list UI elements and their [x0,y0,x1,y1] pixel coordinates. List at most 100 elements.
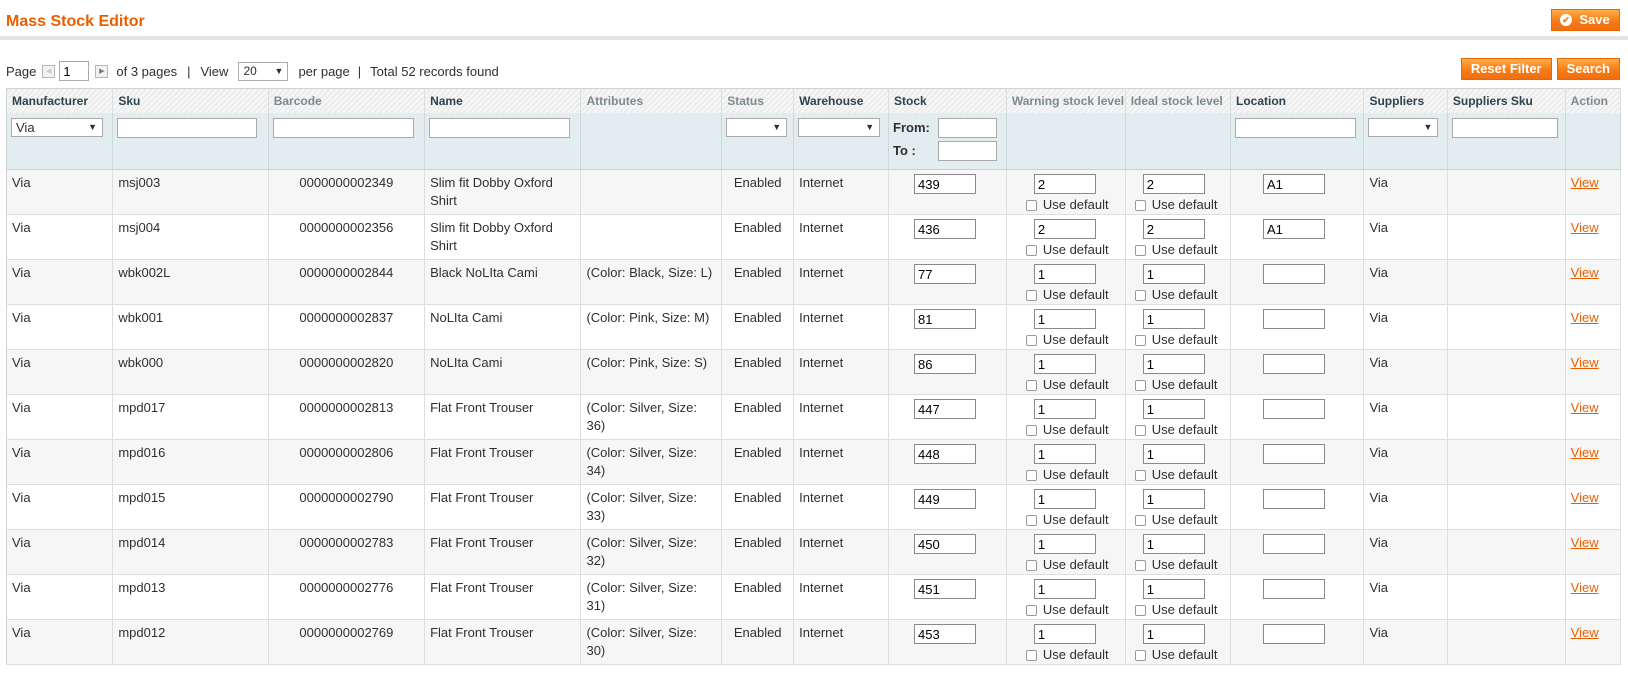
page-number-input[interactable] [59,61,90,81]
ideal-stock-input[interactable] [1142,309,1205,329]
use-default-checkbox[interactable] [1134,334,1146,346]
save-button[interactable]: ✔ Save [1551,9,1620,31]
use-default-checkbox[interactable] [1134,199,1146,211]
use-default-checkbox[interactable] [1134,559,1146,571]
use-default-checkbox[interactable] [1134,424,1146,436]
col-stock[interactable]: Stock [888,88,1007,113]
location-input[interactable] [1263,399,1325,419]
use-default-checkbox[interactable] [1025,334,1037,346]
ideal-stock-input[interactable] [1142,489,1205,509]
barcode-filter-input[interactable] [272,117,414,138]
stock-input[interactable] [914,399,977,419]
status-filter-select[interactable]: ▼ [726,117,788,137]
use-default-checkbox[interactable] [1025,559,1037,571]
view-link[interactable]: View [1571,310,1599,325]
warning-stock-input[interactable] [1033,444,1096,464]
name-filter-input[interactable] [429,117,571,138]
col-suppliers-sku[interactable]: Suppliers Sku [1447,88,1566,113]
stock-input[interactable] [914,489,977,509]
view-link[interactable]: View [1571,490,1599,505]
col-sku[interactable]: Sku [112,88,269,113]
view-link[interactable]: View [1571,535,1599,550]
ideal-stock-input[interactable] [1142,354,1205,374]
ideal-stock-input[interactable] [1142,444,1205,464]
warning-stock-input[interactable] [1033,399,1096,419]
use-default-checkbox[interactable] [1025,379,1037,391]
use-default-checkbox[interactable] [1134,289,1146,301]
warning-stock-input[interactable] [1033,624,1096,644]
use-default-checkbox[interactable] [1134,379,1146,391]
stock-input[interactable] [914,309,977,329]
col-warehouse[interactable]: Warehouse [793,88,890,113]
view-link[interactable]: View [1571,445,1599,460]
col-suppliers[interactable]: Suppliers [1363,88,1448,113]
stock-input[interactable] [914,219,977,239]
location-input[interactable] [1263,489,1325,509]
ideal-stock-input[interactable] [1142,624,1205,644]
next-page-icon[interactable]: ▶ [95,64,109,78]
use-default-checkbox[interactable] [1134,649,1146,661]
stock-input[interactable] [914,579,977,599]
use-default-checkbox[interactable] [1025,469,1037,481]
location-input[interactable] [1263,579,1325,599]
manufacturer-filter-select[interactable]: Via ▼ [11,117,103,137]
ideal-stock-input[interactable] [1142,534,1205,554]
warning-stock-input[interactable] [1033,489,1096,509]
use-default-checkbox[interactable] [1025,244,1037,256]
stock-input[interactable] [914,264,977,284]
view-link[interactable]: View [1571,400,1599,415]
stock-to-input[interactable] [938,140,998,161]
location-input[interactable] [1263,534,1325,554]
use-default-checkbox[interactable] [1025,424,1037,436]
view-link[interactable]: View [1571,580,1599,595]
warning-stock-input[interactable] [1033,354,1096,374]
warning-stock-input[interactable] [1033,264,1096,284]
view-link[interactable]: View [1571,265,1599,280]
stock-from-input[interactable] [938,117,998,138]
location-input[interactable] [1263,624,1325,644]
stock-input[interactable] [914,444,977,464]
location-input[interactable] [1263,264,1325,284]
view-link[interactable]: View [1571,355,1599,370]
stock-input[interactable] [914,624,977,644]
use-default-checkbox[interactable] [1134,514,1146,526]
warning-stock-input[interactable] [1033,309,1096,329]
suppliers-sku-filter-input[interactable] [1451,117,1558,138]
warning-stock-input[interactable] [1033,534,1096,554]
warning-stock-input[interactable] [1033,174,1096,194]
warning-stock-input[interactable] [1033,219,1096,239]
col-name[interactable]: Name [424,88,582,113]
use-default-checkbox[interactable] [1134,244,1146,256]
view-link[interactable]: View [1571,220,1599,235]
view-link[interactable]: View [1571,625,1599,640]
use-default-checkbox[interactable] [1025,604,1037,616]
location-input[interactable] [1263,219,1325,239]
ideal-stock-input[interactable] [1142,174,1205,194]
use-default-checkbox[interactable] [1025,514,1037,526]
search-button[interactable]: Search [1556,58,1620,80]
reset-filter-button[interactable]: Reset Filter [1460,58,1552,80]
use-default-checkbox[interactable] [1025,289,1037,301]
prev-page-icon[interactable]: ◀ [42,64,56,78]
use-default-checkbox[interactable] [1134,604,1146,616]
location-input[interactable] [1263,444,1325,464]
ideal-stock-input[interactable] [1142,219,1205,239]
col-location[interactable]: Location [1230,88,1365,113]
sku-filter-input[interactable] [117,117,258,138]
suppliers-filter-select[interactable]: ▼ [1368,117,1439,137]
col-manufacturer[interactable]: Manufacturer [6,88,114,113]
view-link[interactable]: View [1571,175,1599,190]
location-input[interactable] [1263,309,1325,329]
use-default-checkbox[interactable] [1134,469,1146,481]
location-filter-input[interactable] [1235,117,1356,138]
stock-input[interactable] [914,534,977,554]
stock-input[interactable] [914,174,977,194]
ideal-stock-input[interactable] [1142,399,1205,419]
ideal-stock-input[interactable] [1142,579,1205,599]
per-page-select[interactable]: 20 ▼ [238,61,289,81]
warning-stock-input[interactable] [1033,579,1096,599]
stock-input[interactable] [914,354,977,374]
warehouse-filter-select[interactable]: ▼ [798,117,881,137]
use-default-checkbox[interactable] [1025,199,1037,211]
location-input[interactable] [1263,174,1325,194]
